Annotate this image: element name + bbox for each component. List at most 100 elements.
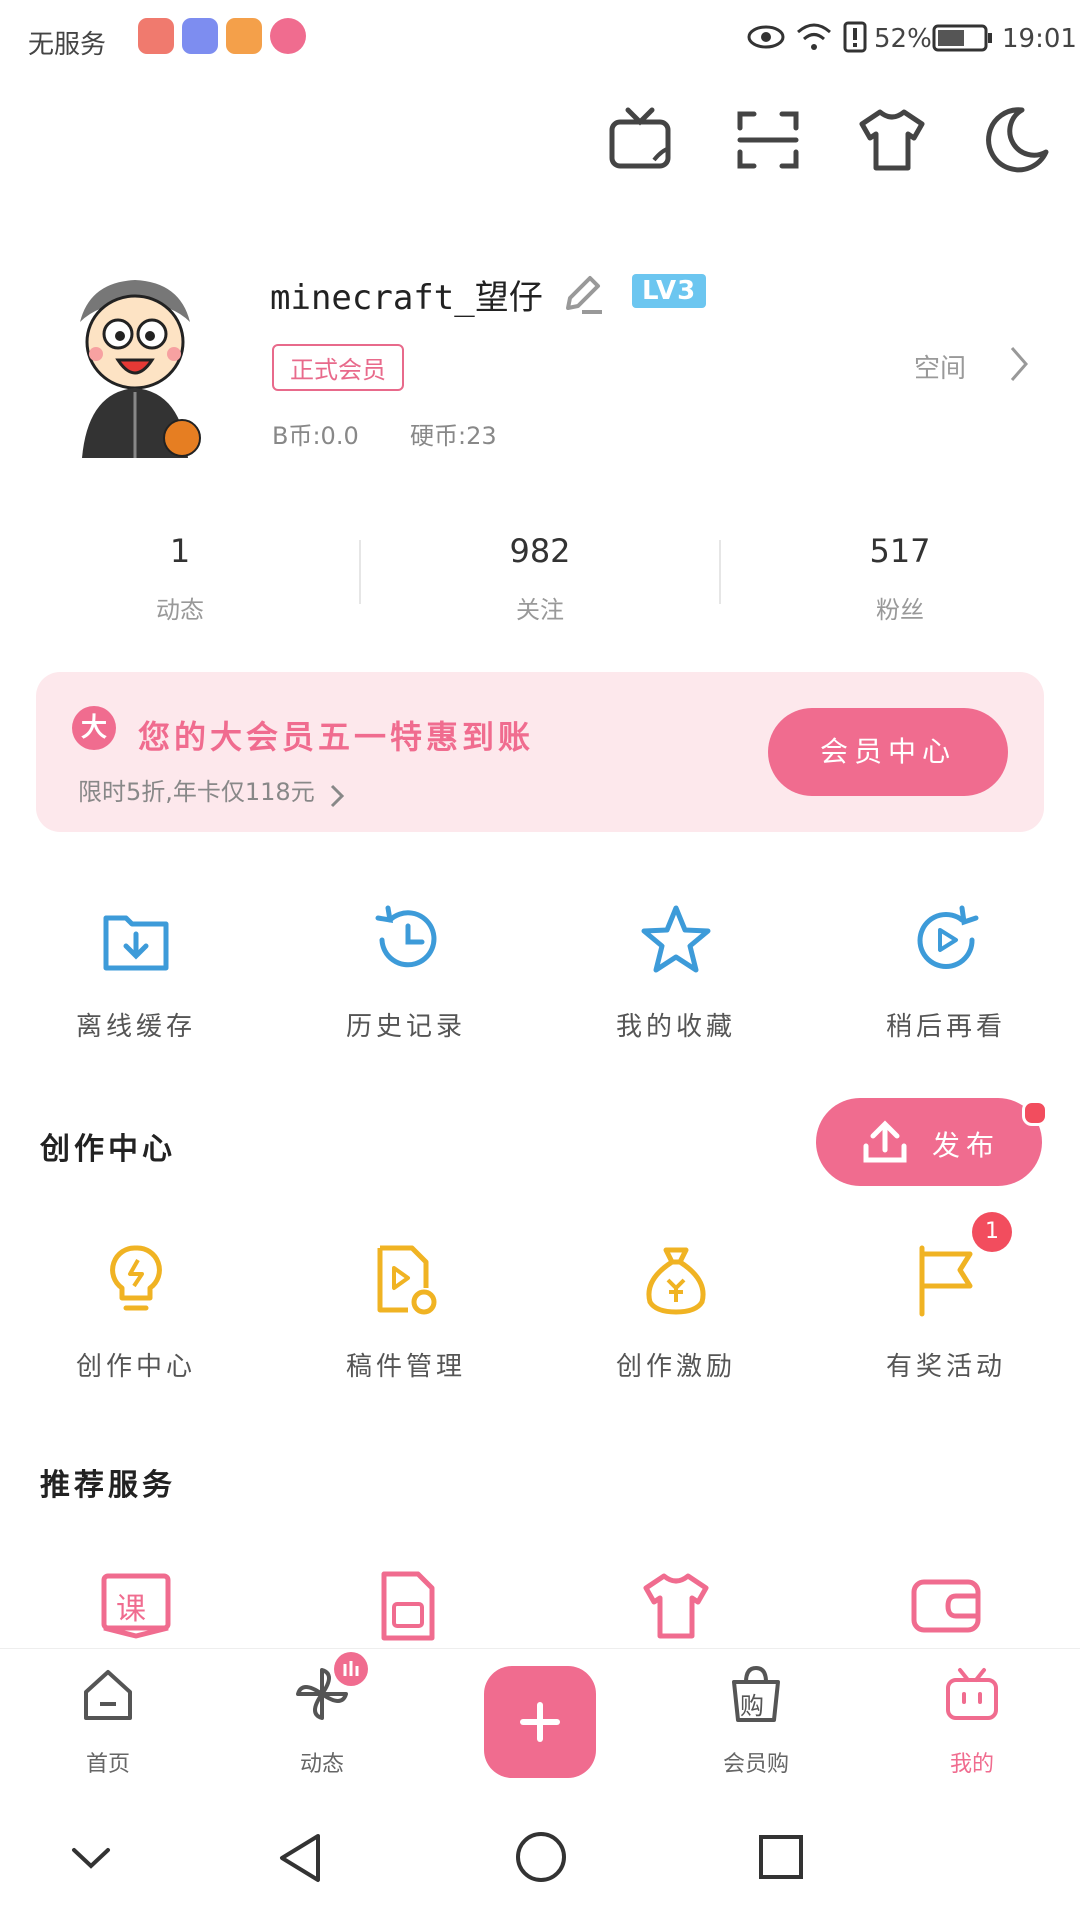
wifi-icon [797,23,831,50]
vip-center-button[interactable]: 会员中心 [768,708,1008,796]
stat-following-label: 关注 [516,596,564,624]
flag-icon [919,1245,973,1317]
watch-later-icon [917,905,979,969]
stat-divider [719,540,721,604]
username: minecraft_望仔 [270,278,543,318]
nav-home-label: 首页 [85,1752,130,1777]
b-coin-balance: B币:0.0 [272,422,359,450]
battery-icon [932,24,992,52]
creation-section-title: 创作中心 [40,1132,176,1167]
recommended-section-title: 推荐服务 [40,1468,176,1503]
tshirt-shop-icon [643,1573,709,1639]
battery-percent: 52% [874,24,932,54]
offline-cache-label: 离线缓存 [75,1012,196,1042]
offline-cache-button[interactable]: 离线缓存 [26,900,246,1050]
bars-icon [343,1661,359,1676]
back-icon[interactable] [274,1830,324,1886]
wallet-icon [911,1579,981,1633]
publish-button[interactable] [816,1098,1042,1186]
space-label: 空间 [914,354,967,384]
history-button[interactable]: 历史记录 [296,900,516,1050]
stat-fans-label: 粉丝 [876,596,924,624]
nav-home[interactable]: 首页 [48,1664,168,1784]
money-bag-icon [646,1247,706,1315]
shopping-bag-text: 购 [740,1692,764,1720]
notification-dot [1022,1100,1048,1126]
upload-icon [863,1120,907,1163]
moon-icon[interactable] [976,100,1056,180]
nav-mine-label: 我的 [949,1752,994,1777]
tshirt-shop-service[interactable] [636,1566,716,1646]
course-service[interactable]: 课 [96,1566,176,1646]
tshirt-icon[interactable] [852,100,932,180]
status-bar: 无服务 52% 19:01 [0,0,1080,80]
creation-incentive-button[interactable]: 创作激励 [566,1240,786,1390]
create-post-button[interactable] [484,1666,596,1778]
tv-mascot-icon [946,1668,998,1720]
sim-card-icon [381,1571,435,1641]
creation-incentive-label: 创作激励 [615,1352,736,1382]
stat-following-value: 982 [509,532,571,570]
music-app-icon [182,18,218,54]
publish-label: 发布 [932,1129,1001,1162]
eye-icon [747,25,785,49]
huawei-app-icon [138,18,174,54]
recent-apps-icon[interactable] [756,1832,806,1882]
download-folder-icon [103,915,169,971]
activity-badge: 1 [972,1212,1012,1252]
favorites-button[interactable]: 我的收藏 [566,900,786,1050]
favorites-label: 我的收藏 [615,1012,736,1042]
clock: 19:01 [1002,24,1077,54]
reward-activity-label: 有奖活动 [885,1352,1006,1382]
star-icon [641,905,711,973]
nav-vip-shop-label: 会员购 [722,1752,789,1777]
stat-fans-value: 517 [869,532,931,570]
new-content-badge [334,1652,368,1686]
creation-center-label: 创作中心 [75,1352,196,1382]
watch-later-label: 稍后再看 [885,1012,1006,1042]
creation-center-button[interactable]: 创作中心 [26,1240,246,1390]
home-circle-icon[interactable] [514,1830,568,1884]
video-app-icon [226,18,262,54]
alert-icon [843,21,867,53]
nav-vip-shop[interactable]: 购 会员购 [696,1664,816,1784]
course-book-text: 课 [116,1592,146,1627]
stat-dynamics-value: 1 [169,532,191,570]
manuscript-icon [377,1245,437,1315]
stat-fans[interactable]: 517 粉丝 [800,532,1000,625]
nav-dynamics-label: 动态 [299,1752,344,1777]
chevron-right-icon [1010,347,1028,381]
stat-dynamics[interactable]: 1 动态 [80,532,280,625]
hard-coin-balance: 硬币:23 [410,422,497,450]
manuscript-manage-label: 稿件管理 [345,1352,466,1382]
wallet-service[interactable] [906,1566,986,1646]
chevron-down-icon[interactable] [66,1834,116,1884]
tv-cast-icon[interactable] [604,100,684,180]
stat-following[interactable]: 982 关注 [440,532,640,625]
bilibili-app-icon [270,18,306,54]
vip-badge: 大 [72,706,116,750]
history-clock-icon [375,905,437,968]
banner-subtitle-row[interactable]: 限时5折,年卡仅118元 [78,772,346,810]
reward-activity-button[interactable]: 有奖活动 [836,1240,1056,1390]
nav-mine[interactable]: 我的 [912,1664,1032,1784]
carrier-text: 无服务 [28,30,107,60]
level-badge: LV3 [632,274,707,308]
banner-title: 您的大会员五一特惠到账 [138,718,535,756]
banner-subtitle: 限时5折,年卡仅118元 [78,778,315,806]
lightbulb-icon [110,1245,162,1311]
member-badge[interactable]: 正式会员 [272,344,404,391]
chevron-right-icon [330,784,344,807]
space-link[interactable]: 空间 [914,330,1044,400]
plus-icon [520,1702,560,1742]
home-icon [84,1670,132,1720]
sim-card-service[interactable] [368,1566,448,1646]
manuscript-manage-button[interactable]: 稿件管理 [296,1240,516,1390]
watch-later-button[interactable]: 稍后再看 [836,900,1056,1050]
edit-icon[interactable] [560,270,606,316]
stat-divider [359,540,361,604]
scan-icon[interactable] [728,100,808,180]
stat-dynamics-label: 动态 [156,596,204,624]
history-label: 历史记录 [345,1012,466,1042]
avatar[interactable] [60,262,210,462]
